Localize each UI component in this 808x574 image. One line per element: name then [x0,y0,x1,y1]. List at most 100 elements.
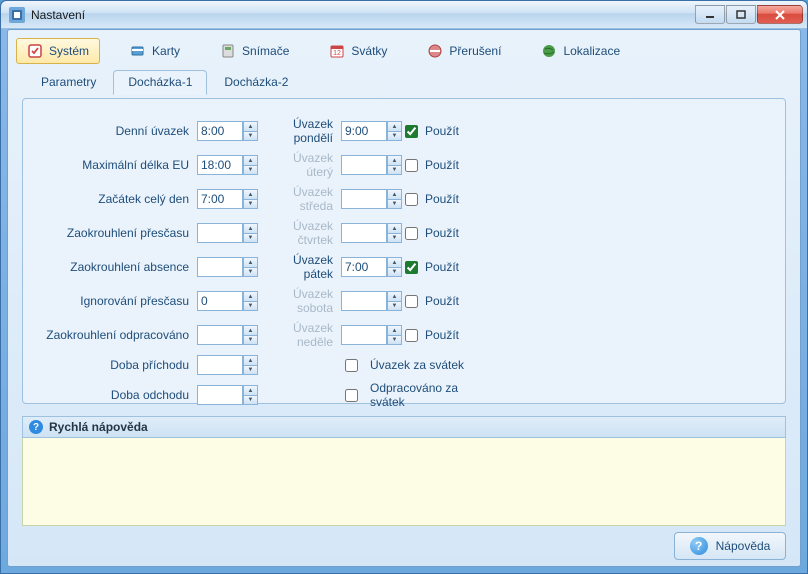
left-5-down[interactable]: ▼ [243,301,258,311]
toolbar-label: Snímače [242,44,289,58]
left-label-4: Zaokrouhlení absence [37,260,197,274]
right-1-down[interactable]: ▼ [387,165,402,175]
use-checkbox-6[interactable] [405,329,418,342]
left-4-input[interactable] [197,257,243,277]
right-2-input[interactable] [341,189,387,209]
question-icon: ? [690,537,708,555]
left-1-up[interactable]: ▲ [243,155,258,165]
close-button[interactable] [757,5,803,24]
right-1-input[interactable] [341,155,387,175]
left-0-up[interactable]: ▲ [243,121,258,131]
right-0-up[interactable]: ▲ [387,121,402,131]
toolbar-preruseni[interactable]: Přerušení [417,38,511,64]
left-8-spinner: ▲ ▼ [197,385,260,405]
toolbar-label: Lokalizace [563,44,620,58]
left-0-down[interactable]: ▼ [243,131,258,141]
right-2-down[interactable]: ▼ [387,199,402,209]
left-6-up[interactable]: ▲ [243,325,258,335]
left-7-down[interactable]: ▼ [243,365,258,375]
use-check-5 [405,295,425,308]
right-2-up[interactable]: ▲ [387,189,402,199]
toolbar-label: Přerušení [449,44,501,58]
footer: ? Nápověda [674,532,786,560]
left-3-spinner: ▲ ▼ [197,223,260,243]
left-7-spinner: ▲ ▼ [197,355,260,375]
maximize-button[interactable] [726,5,756,24]
right-4-stepper: ▲ ▼ [387,257,402,277]
left-8-up[interactable]: ▲ [243,385,258,395]
right-0-down[interactable]: ▼ [387,131,402,141]
left-2-up[interactable]: ▲ [243,189,258,199]
left-3-up[interactable]: ▲ [243,223,258,233]
tab-dochazka1[interactable]: Docházka-1 [113,70,207,95]
left-1-down[interactable]: ▼ [243,165,258,175]
right-6-input[interactable] [341,325,387,345]
tab-parametry[interactable]: Parametry [26,70,111,94]
left-6-input[interactable] [197,325,243,345]
use-checkbox-1[interactable] [405,159,418,172]
use-checkbox-5[interactable] [405,295,418,308]
right-3-stepper: ▲ ▼ [387,223,402,243]
right-label-5: Úvazek sobota [261,287,341,315]
toolbar-karty[interactable]: Karty [120,38,190,64]
right-3-up[interactable]: ▲ [387,223,402,233]
right-5-up[interactable]: ▲ [387,291,402,301]
extra-checkbox-7[interactable] [345,359,358,372]
left-8-input[interactable] [197,385,243,405]
use-checkbox-3[interactable] [405,227,418,240]
right-5-down[interactable]: ▼ [387,301,402,311]
right-0-input[interactable] [341,121,387,141]
right-4-input[interactable] [341,257,387,277]
right-3-down[interactable]: ▼ [387,233,402,243]
left-2-stepper: ▲ ▼ [243,189,258,209]
left-5-up[interactable]: ▲ [243,291,258,301]
left-3-down[interactable]: ▼ [243,233,258,243]
left-1-input[interactable] [197,155,243,175]
left-label-8: Doba odchodu [37,388,197,402]
toolbar-svatky[interactable]: 12Svátky [319,38,397,64]
right-label-3: Úvazek čtvrtek [261,219,341,247]
right-0-stepper: ▲ ▼ [387,121,402,141]
right-6-down[interactable]: ▼ [387,335,402,345]
right-3-input[interactable] [341,223,387,243]
left-5-input[interactable] [197,291,243,311]
client-area: Systém Karty Snímače 12Svátky Přerušení Lokal… [7,29,801,567]
use-label-1: Použít [425,158,485,172]
left-5-stepper: ▲ ▼ [243,291,258,311]
left-8-down[interactable]: ▼ [243,395,258,405]
toolbar-lokalizace[interactable]: Lokalizace [531,38,630,64]
toolbar-snimace[interactable]: Snímače [210,38,299,64]
right-6-up[interactable]: ▲ [387,325,402,335]
left-7-up[interactable]: ▲ [243,355,258,365]
minimize-button[interactable] [695,5,725,24]
left-2-down[interactable]: ▼ [243,199,258,209]
help-button[interactable]: ? Nápověda [674,532,786,560]
right-1-up[interactable]: ▲ [387,155,402,165]
left-2-spinner: ▲ ▼ [197,189,260,209]
toolbar-label: Karty [152,44,180,58]
toolbar-system[interactable]: Systém [16,38,100,64]
use-check-4 [405,261,425,274]
right-label-4: Úvazek pátek [261,253,341,281]
right-5-input[interactable] [341,291,387,311]
left-4-up[interactable]: ▲ [243,257,258,267]
right-4-down[interactable]: ▼ [387,267,402,277]
use-checkbox-4[interactable] [405,261,418,274]
use-check-0 [405,125,425,138]
left-7-input[interactable] [197,355,243,375]
system-icon [27,43,43,59]
window-controls [694,5,803,24]
right-label-1: Úvazek úterý [261,151,341,179]
right-4-up[interactable]: ▲ [387,257,402,267]
left-2-input[interactable] [197,189,243,209]
tab-dochazka2[interactable]: Docházka-2 [209,70,303,94]
left-3-input[interactable] [197,223,243,243]
use-checkbox-0[interactable] [405,125,418,138]
use-label-0: Použít [425,124,485,138]
left-0-input[interactable] [197,121,243,141]
extra-checkbox-8[interactable] [345,389,358,402]
left-6-down[interactable]: ▼ [243,335,258,345]
use-checkbox-2[interactable] [405,193,418,206]
left-4-down[interactable]: ▼ [243,267,258,277]
use-check-2 [405,193,425,206]
